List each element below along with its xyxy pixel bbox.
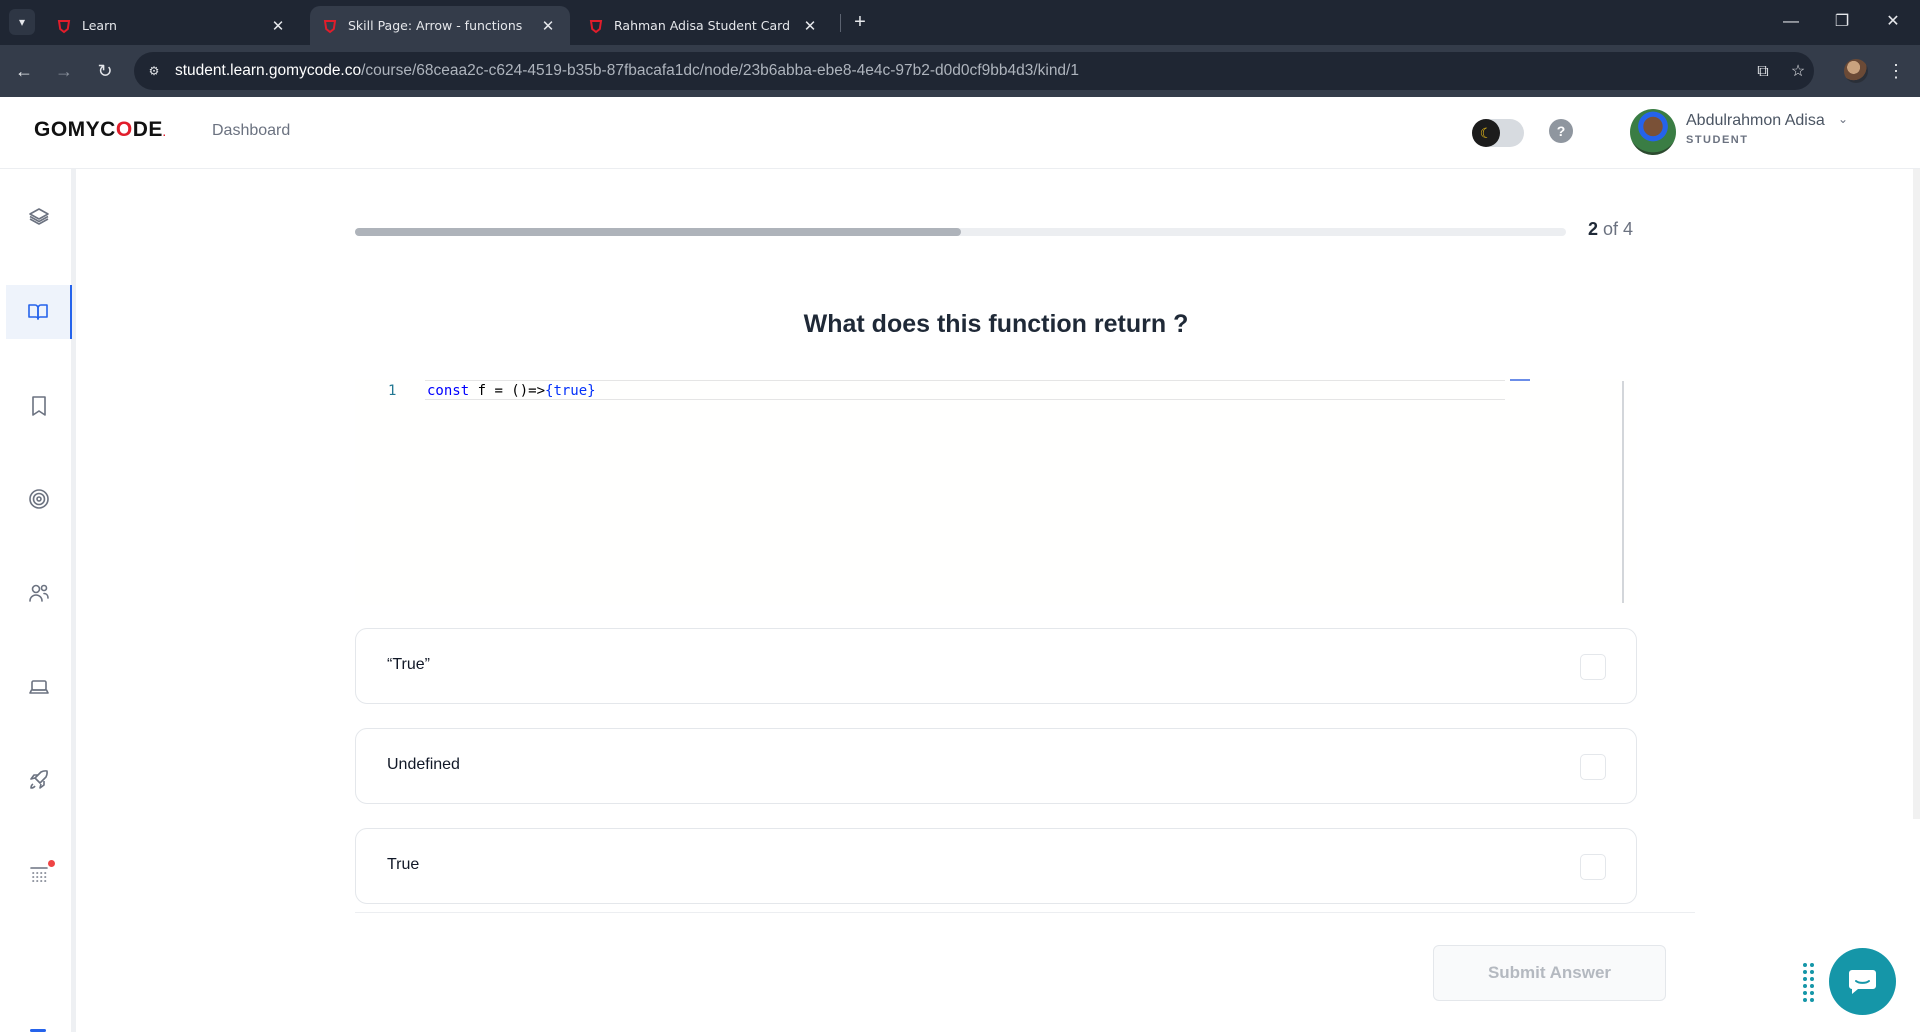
reload-icon[interactable]: ↻ — [91, 57, 119, 85]
answer-checkbox[interactable] — [1580, 654, 1606, 680]
chevron-down-icon[interactable]: ⌄ — [1838, 112, 1848, 126]
close-tab-icon[interactable]: ✕ — [268, 17, 288, 35]
logo-text-suffix: DE — [132, 118, 163, 141]
browser-address-bar: ← → ↻ ⚙ student.learn.gomycode.co/course… — [0, 45, 1920, 97]
notification-dot — [48, 860, 55, 867]
answer-option-label: True — [387, 856, 420, 873]
line-number: 1 — [388, 383, 397, 399]
close-tab-icon[interactable]: ✕ — [800, 17, 820, 35]
progress-current: 2 — [1588, 219, 1599, 239]
app-header: GOMYCODE. Dashboard ☾ ? Abdulrahmon Adis… — [0, 97, 1920, 169]
site-info-icon[interactable]: ⚙ — [144, 61, 164, 81]
logo-o-mark: O — [115, 118, 133, 141]
logo-text-prefix: GOMYC — [34, 118, 116, 141]
answer-option-label: Undefined — [387, 756, 460, 773]
chat-bubble-icon — [1849, 970, 1876, 994]
sidebar-item-layers[interactable] — [6, 191, 72, 245]
answer-option[interactable]: Undefined — [355, 728, 1637, 804]
url-text[interactable]: student.learn.gomycode.co/course/68ceaa2… — [175, 62, 1079, 80]
logo-dot: . — [162, 128, 167, 139]
bookmark-icon — [32, 396, 46, 416]
progress-total: of 4 — [1603, 219, 1634, 239]
quiz-progress-label: 2 of 4 — [1588, 219, 1633, 240]
tab-label: Learn — [82, 18, 117, 33]
answer-option-label: “True” — [387, 656, 430, 673]
forward-arrow-icon[interactable]: → — [50, 57, 78, 85]
minimize-window-icon[interactable]: — — [1768, 8, 1814, 36]
answer-checkbox[interactable] — [1580, 854, 1606, 880]
code-brace: {true} — [545, 383, 596, 399]
back-arrow-icon[interactable]: ← — [10, 57, 38, 85]
users-icon — [29, 584, 49, 602]
tab-separator — [840, 14, 841, 32]
user-name[interactable]: Abdulrahmon Adisa — [1686, 112, 1825, 130]
user-role: STUDENT — [1686, 134, 1749, 146]
install-app-icon[interactable]: ⧉ — [1752, 61, 1774, 83]
code-keyword: const — [427, 383, 470, 399]
code-line[interactable]: const f = ()=>{true} — [427, 383, 596, 399]
page-scrollbar[interactable] — [1913, 169, 1920, 819]
sidebar — [0, 169, 76, 1032]
quiz-progress-bar — [355, 228, 1566, 236]
rocket-icon — [30, 770, 48, 789]
dark-mode-toggle[interactable]: ☾ — [1472, 119, 1524, 147]
url-domain: student.learn.gomycode.co — [175, 62, 362, 79]
close-window-icon[interactable]: ✕ — [1870, 8, 1916, 36]
sidebar-item-workshops[interactable] — [6, 660, 72, 714]
tab-student-card[interactable]: Rahman Adisa Student Card - Fron ✕ — [576, 6, 832, 45]
code-editor[interactable]: 1 const f = ()=>{true} — [355, 379, 1637, 605]
dashboard-link[interactable]: Dashboard — [212, 122, 290, 140]
quiz-progress-fill — [355, 228, 961, 236]
restore-window-icon[interactable]: ❐ — [1819, 8, 1865, 36]
laptop-icon — [29, 680, 49, 694]
sidebar-item-bookmarks[interactable] — [6, 379, 72, 433]
sidebar-item-goals[interactable] — [6, 472, 72, 526]
close-tab-icon[interactable]: ✕ — [538, 17, 558, 35]
help-icon[interactable]: ? — [1549, 119, 1573, 143]
user-avatar[interactable] — [1630, 109, 1676, 155]
gomycode-favicon-icon — [57, 19, 71, 33]
question-title: What does this function return ? — [803, 310, 1189, 338]
tab-search-button[interactable]: ▾ — [9, 9, 35, 35]
moon-icon: ☾ — [1472, 119, 1500, 147]
browser-tab-bar: ▾ Learn ✕ Skill Page: Arrow - functions … — [0, 0, 1920, 45]
editor-minimap — [1510, 379, 1530, 381]
sidebar-item-community[interactable] — [6, 566, 72, 620]
browser-profile-avatar[interactable] — [1844, 59, 1868, 83]
new-tab-button[interactable]: + — [848, 10, 872, 34]
gomycode-favicon-icon — [589, 19, 603, 33]
answer-option[interactable]: True — [355, 828, 1637, 904]
answer-option[interactable]: “True” — [355, 628, 1637, 704]
submit-answer-button[interactable]: Submit Answer — [1433, 945, 1666, 1001]
sidebar-item-learn[interactable] — [6, 285, 72, 339]
answer-checkbox[interactable] — [1580, 754, 1606, 780]
code-body: f = ()=> — [469, 383, 546, 399]
bookmark-star-icon[interactable]: ☆ — [1787, 61, 1809, 83]
tab-learn[interactable]: Learn ✕ — [44, 6, 300, 45]
gomycode-favicon-icon — [323, 19, 337, 33]
tab-label: Skill Page: Arrow - functions — [348, 18, 523, 33]
layers-icon — [29, 208, 49, 225]
tab-skill-page[interactable]: Skill Page: Arrow - functions ✕ — [310, 6, 570, 45]
tab-label: Rahman Adisa Student Card - Fron — [614, 18, 794, 33]
chat-support-button[interactable] — [1829, 948, 1896, 1015]
book-open-icon — [28, 304, 48, 320]
browser-menu-icon[interactable]: ⋮ — [1885, 57, 1907, 85]
gomycode-logo[interactable]: GOMYCODE. — [34, 118, 166, 142]
sidebar-item-projects[interactable] — [6, 753, 72, 807]
chat-drag-handle-icon[interactable] — [1803, 963, 1815, 1002]
url-path: /course/68ceaa2c-c624-4519-b35b-87fbacaf… — [361, 62, 1079, 79]
sidebar-item-calendar[interactable] — [6, 847, 72, 901]
editor-scrollbar[interactable] — [1622, 381, 1624, 603]
calendar-grid-icon — [30, 867, 48, 882]
content-divider — [355, 912, 1695, 913]
target-icon — [29, 489, 49, 509]
url-bar[interactable]: ⚙ student.learn.gomycode.co/course/68cea… — [134, 52, 1814, 90]
